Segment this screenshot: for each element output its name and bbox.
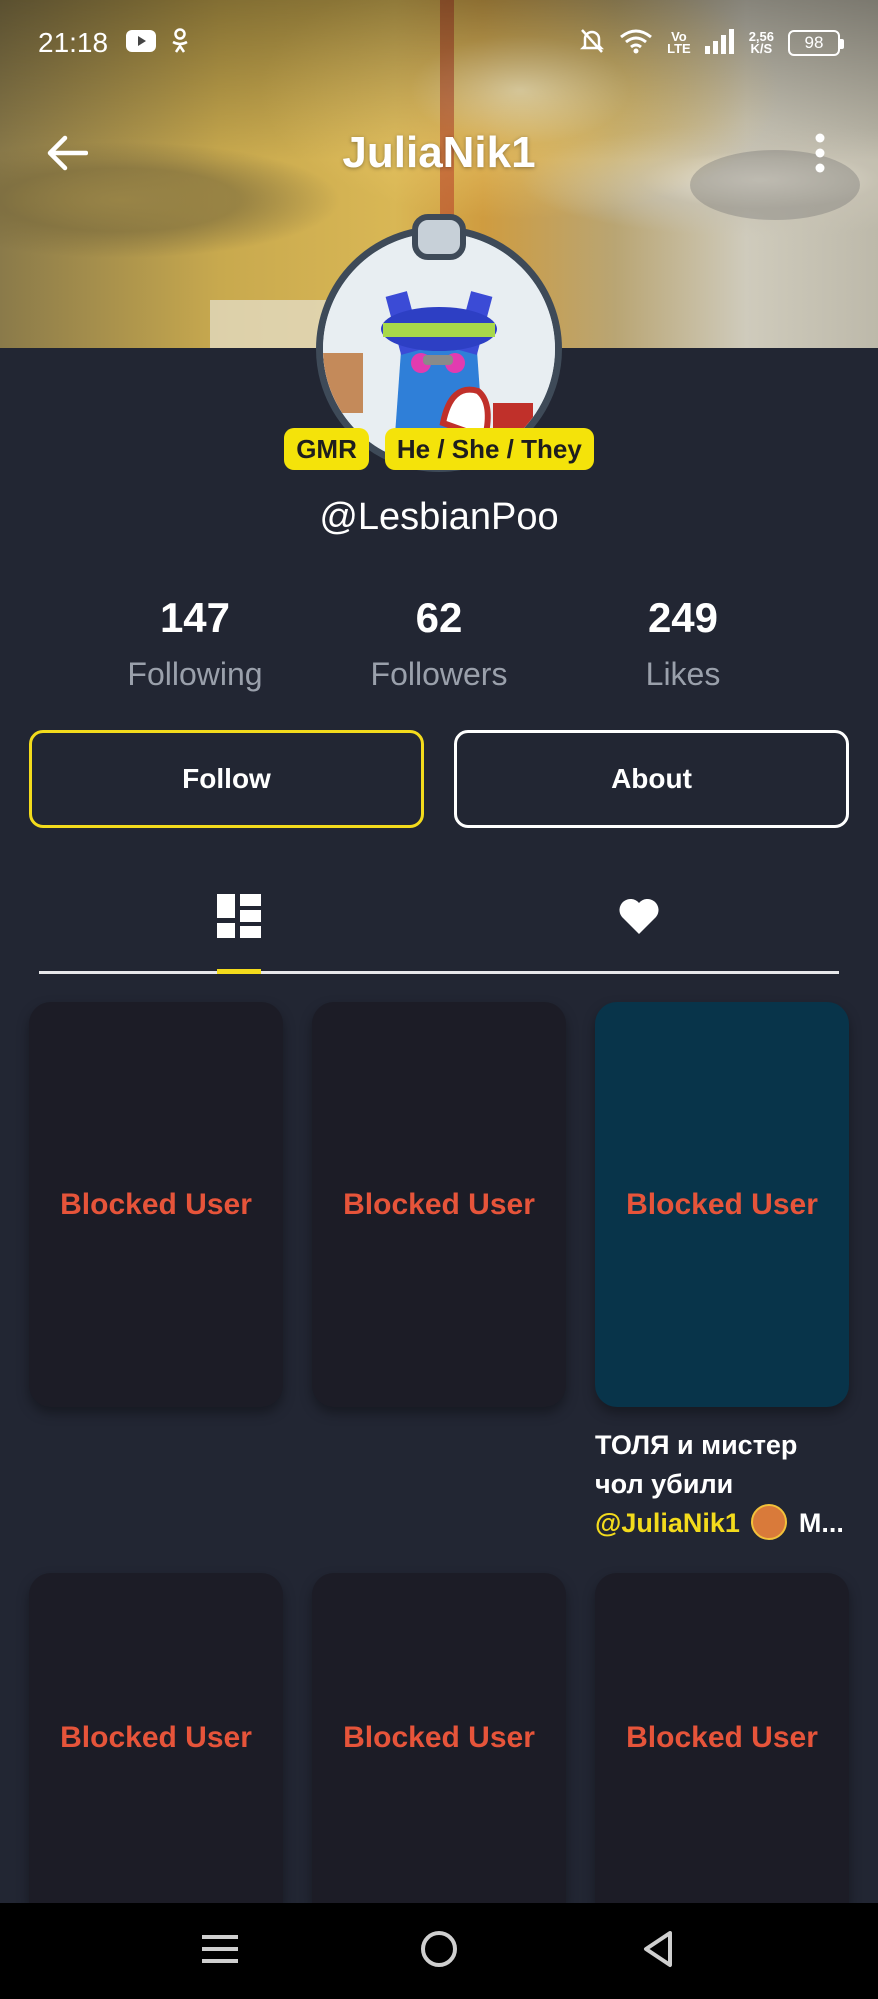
stat-value: 147 xyxy=(159,594,231,641)
bell-off-icon xyxy=(579,27,605,60)
caption-mention[interactable]: @JuliaNik1 xyxy=(595,1508,740,1538)
card-label: Blocked User xyxy=(343,1721,535,1754)
card-label: Blocked User xyxy=(60,1187,252,1221)
network-speed: 2,56 K/S xyxy=(748,29,774,56)
battery-indicator: 98 xyxy=(788,30,844,56)
volte-icon: Vo LTE xyxy=(667,29,691,56)
wifi-icon xyxy=(619,28,653,59)
status-time: 21:18 xyxy=(38,27,109,58)
badge-gmr: GMR xyxy=(284,428,369,470)
card-label: Blocked User xyxy=(343,1187,535,1221)
system-back-button[interactable] xyxy=(630,1923,686,1979)
stat-followers[interactable]: 62 Followers xyxy=(319,594,559,693)
stat-value: 62 xyxy=(415,594,463,641)
stat-likes: 249 Likes xyxy=(563,594,803,693)
home-button[interactable] xyxy=(411,1923,467,1979)
tab-posts[interactable] xyxy=(209,888,269,948)
card-label: Blocked User xyxy=(60,1721,252,1754)
stat-value: 249 xyxy=(647,594,719,641)
more-options-button[interactable] xyxy=(800,130,840,180)
caption-tail: M... xyxy=(798,1508,844,1538)
system-nav-bar xyxy=(0,1903,878,1999)
about-button[interactable]: About xyxy=(454,730,849,828)
video-card[interactable]: Blocked User xyxy=(595,1573,849,1903)
card-label: Blocked User xyxy=(626,1187,818,1221)
avatar-frame-ornament xyxy=(412,214,466,260)
youtube-icon xyxy=(126,29,157,57)
more-vertical-icon xyxy=(814,133,826,178)
active-tab-indicator xyxy=(217,969,261,974)
back-triangle-icon xyxy=(640,1929,676,1974)
stat-label: Following xyxy=(127,656,263,692)
bear-emoji-icon xyxy=(751,1504,788,1540)
video-caption[interactable]: ТОЛЯ и мистер чол убили @JuliaNik1 M... xyxy=(595,1426,855,1543)
video-card[interactable]: Blocked User xyxy=(29,1002,283,1407)
grid-icon xyxy=(216,893,262,944)
battery-level: 98 xyxy=(804,33,824,52)
profile-handle: @LesbianPoo xyxy=(319,496,559,538)
badge-pronouns: He / She / They xyxy=(384,428,594,470)
home-circle-icon xyxy=(419,1929,459,1974)
video-card[interactable]: Blocked User xyxy=(312,1573,566,1903)
stat-following[interactable]: 147 Following xyxy=(75,594,315,693)
video-card[interactable]: Blocked User xyxy=(29,1573,283,1903)
video-card[interactable]: Blocked User xyxy=(312,1002,566,1407)
card-label: Blocked User xyxy=(626,1721,818,1754)
menu-icon xyxy=(202,1933,238,1970)
odnoklassniki-icon xyxy=(170,27,190,59)
follow-button[interactable]: Follow xyxy=(29,730,424,828)
tab-liked[interactable] xyxy=(609,888,669,948)
stat-label: Followers xyxy=(370,656,508,692)
status-bar: 21:18 Vo LTE 2,56 K/S 98 xyxy=(0,0,878,86)
signal-icon xyxy=(704,28,735,59)
heart-icon xyxy=(618,897,660,940)
recent-apps-button[interactable] xyxy=(192,1923,248,1979)
profile-badges: GMR He / She / They xyxy=(0,428,878,470)
stat-label: Likes xyxy=(645,656,721,692)
video-card[interactable]: Blocked User xyxy=(595,1002,849,1407)
content-tabs xyxy=(39,870,839,974)
caption-line: чол убили xyxy=(595,1469,734,1499)
profile-title: JuliaNik1 xyxy=(342,128,536,177)
caption-line: ТОЛЯ и мистер xyxy=(595,1430,798,1460)
